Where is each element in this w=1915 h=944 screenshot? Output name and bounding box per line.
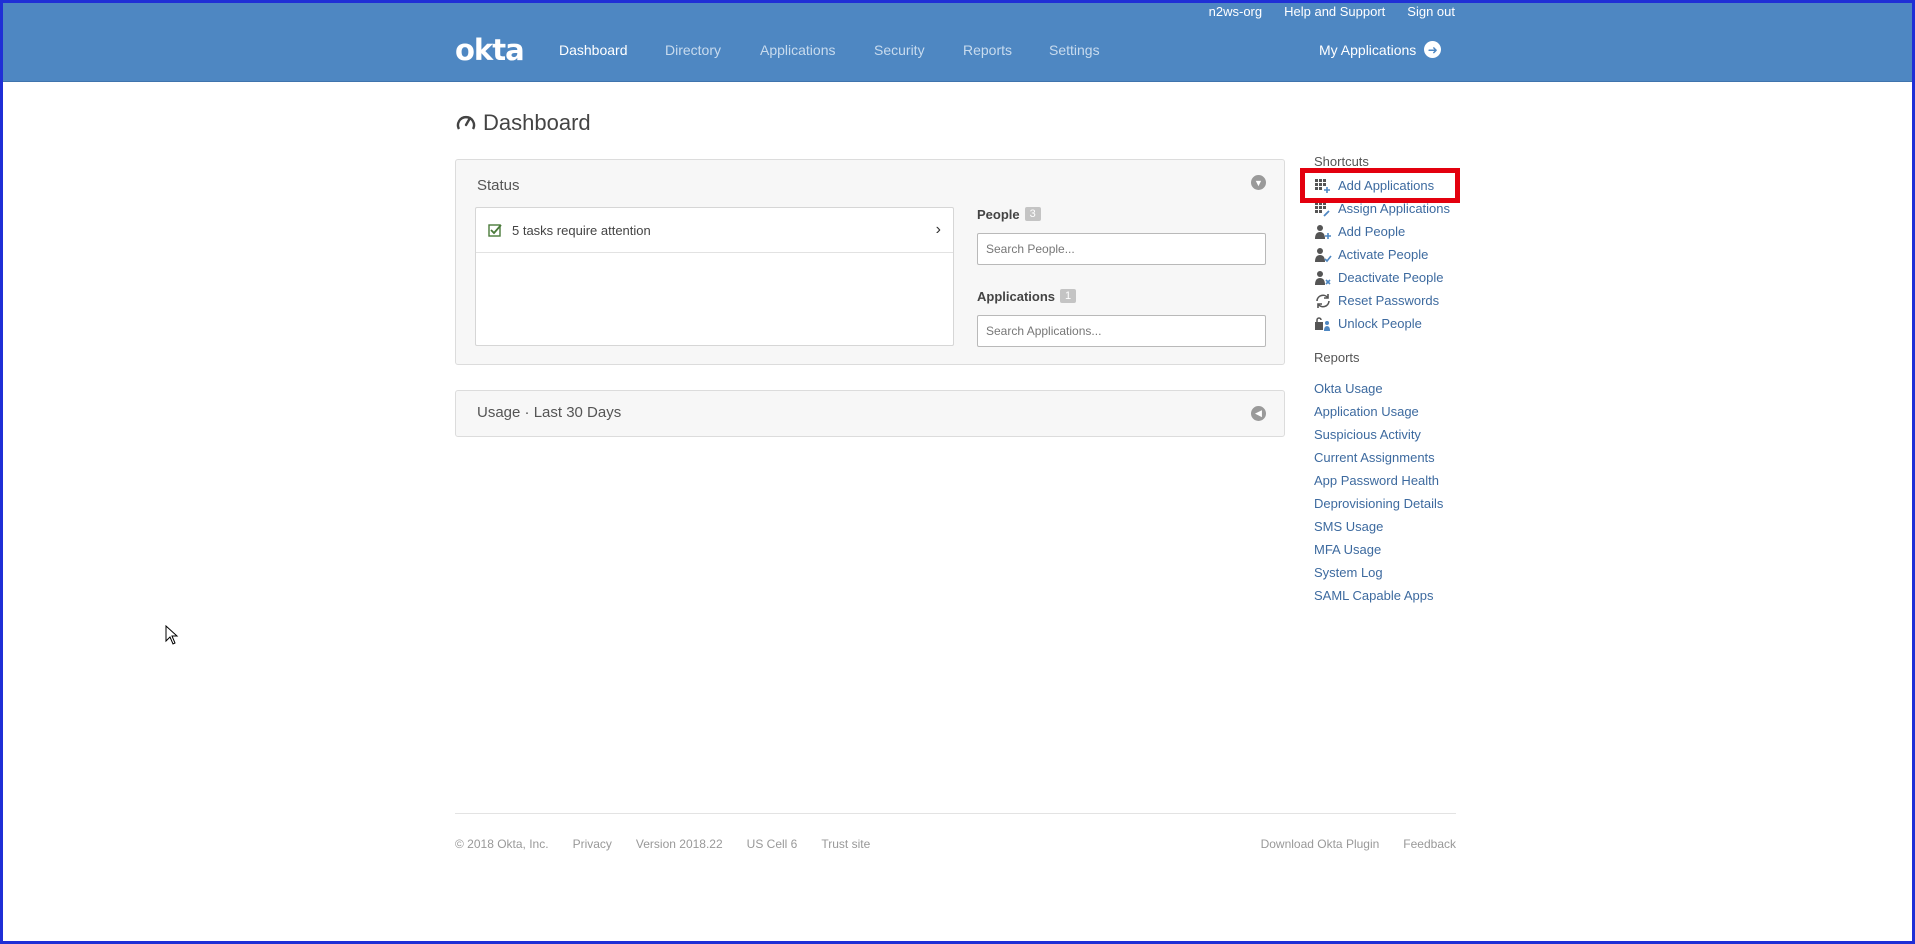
people-search-group: People 3 [977, 205, 1266, 265]
footer-copyright: © 2018 Okta, Inc. [455, 837, 549, 851]
report-suspicious-activity[interactable]: Suspicious Activity [1314, 423, 1474, 446]
shortcut-deactivate-people-label: Deactivate People [1338, 270, 1444, 285]
tasks-attention-text: 5 tasks require attention [512, 222, 651, 238]
shortcut-add-people-label: Add People [1338, 224, 1406, 239]
help-and-support-link[interactable]: Help and Support [1284, 4, 1385, 19]
footer: © 2018 Okta, Inc. Privacy Version 2018.2… [455, 837, 1456, 851]
applications-label: Applications [977, 288, 1056, 304]
collapse-chevron-down-icon[interactable]: ▼ [1251, 175, 1266, 190]
report-current-assignments[interactable]: Current Assignments [1314, 446, 1474, 469]
dashboard-gauge-icon [456, 116, 476, 130]
shortcut-unlock-people-label: Unlock People [1338, 316, 1422, 331]
applications-search-group: Applications 1 [977, 287, 1266, 347]
tasks-box: 5 tasks require attention › [475, 207, 954, 346]
checkbox-checked-icon [488, 224, 502, 237]
my-applications-label: My Applications [1319, 41, 1417, 58]
okta-logo[interactable]: okta [455, 33, 525, 67]
shortcut-add-people[interactable]: Add People [1314, 220, 1474, 243]
status-panel: Status ▼ 5 tasks require attention › Peo… [455, 159, 1285, 365]
footer-trust-site-link[interactable]: Trust site [821, 837, 870, 851]
org-name: n2ws-org [1208, 4, 1263, 19]
person-add-icon [1315, 224, 1331, 239]
shortcut-add-applications[interactable]: Add Applications [1300, 168, 1460, 203]
sign-out-link[interactable]: Sign out [1407, 4, 1455, 19]
lock-person-icon [1315, 316, 1330, 331]
person-check-icon [1315, 247, 1332, 262]
report-mfa-usage[interactable]: MFA Usage [1314, 538, 1474, 561]
shortcut-deactivate-people[interactable]: Deactivate People [1314, 266, 1474, 289]
tasks-attention-row[interactable]: 5 tasks require attention › [476, 208, 953, 253]
shortcut-add-applications-label: Add Applications [1338, 178, 1435, 193]
shortcuts-heading: Shortcuts [1314, 154, 1369, 169]
report-okta-usage[interactable]: Okta Usage [1314, 377, 1474, 400]
usage-panel-title: Usage · Last 30 Days [477, 404, 622, 421]
nav-reports[interactable]: Reports [963, 42, 1012, 58]
shortcut-assign-applications[interactable]: Assign Applications [1314, 197, 1474, 220]
shortcut-reset-passwords-label: Reset Passwords [1338, 293, 1440, 308]
footer-cell: US Cell 6 [746, 837, 798, 851]
people-count-badge: 3 [1024, 207, 1041, 221]
mouse-pointer-icon [165, 625, 179, 645]
refresh-icon [1316, 293, 1330, 308]
arrow-right-circle-icon: ➜ [1424, 41, 1442, 58]
grid-add-icon [1315, 178, 1330, 193]
nav-settings[interactable]: Settings [1049, 42, 1100, 58]
footer-download-plugin-link[interactable]: Download Okta Plugin [1261, 837, 1380, 851]
page-title: Dashboard [455, 110, 591, 136]
applications-count-badge: 1 [1060, 289, 1077, 303]
person-x-icon [1315, 270, 1331, 285]
nav-security[interactable]: Security [874, 42, 925, 58]
report-saml-capable-apps[interactable]: SAML Capable Apps [1314, 584, 1474, 607]
shortcut-reset-passwords[interactable]: Reset Passwords [1314, 289, 1474, 312]
report-deprovisioning-details[interactable]: Deprovisioning Details [1314, 492, 1474, 515]
report-application-usage[interactable]: Application Usage [1314, 400, 1474, 423]
chevron-right-icon: › [935, 221, 941, 238]
shortcut-activate-people[interactable]: Activate People [1314, 243, 1474, 266]
search-applications-input[interactable] [977, 315, 1266, 347]
right-sidebar: Shortcuts Add Applications Assign Applic… [1300, 154, 1474, 607]
top-utility-bar: n2ws-org Help and Support Sign out [3, 3, 1912, 20]
footer-privacy-link[interactable]: Privacy [573, 837, 612, 851]
nav-applications[interactable]: Applications [760, 42, 836, 58]
people-label: People [977, 206, 1020, 222]
search-people-input[interactable] [977, 233, 1266, 265]
usage-panel: Usage · Last 30 Days ◀ [455, 390, 1285, 437]
expand-chevron-left-icon[interactable]: ◀ [1251, 406, 1266, 421]
nav-dashboard[interactable]: Dashboard [559, 42, 628, 58]
report-system-log[interactable]: System Log [1314, 561, 1474, 584]
status-panel-title: Status [477, 177, 520, 194]
report-sms-usage[interactable]: SMS Usage [1314, 515, 1474, 538]
shortcut-activate-people-label: Activate People [1338, 247, 1429, 262]
my-applications-link[interactable]: My Applications ➜ [1319, 41, 1442, 58]
report-app-password-health[interactable]: App Password Health [1314, 469, 1474, 492]
main-navbar: okta Dashboard Directory Applications Se… [3, 20, 1912, 82]
footer-divider [455, 813, 1456, 814]
footer-feedback-link[interactable]: Feedback [1403, 837, 1456, 851]
grid-assign-icon [1315, 201, 1330, 217]
footer-version: Version 2018.22 [635, 837, 723, 851]
shortcut-unlock-people[interactable]: Unlock People [1314, 312, 1474, 335]
nav-directory[interactable]: Directory [665, 42, 721, 58]
reports-heading: Reports [1314, 350, 1360, 365]
screen-frame [0, 0, 1915, 944]
page-title-text: Dashboard [483, 110, 591, 135]
shortcut-assign-applications-label: Assign Applications [1338, 201, 1451, 216]
